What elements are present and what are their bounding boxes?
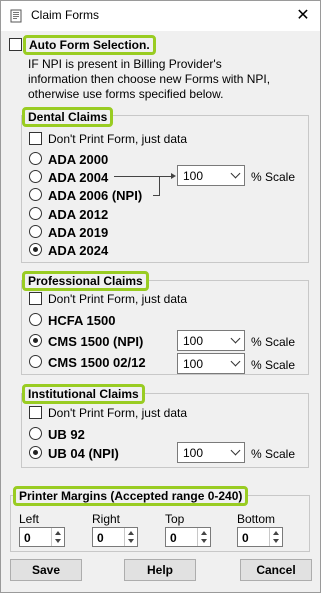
professional-scale-value-1: 100 xyxy=(183,334,204,348)
professional-scale-select-2[interactable]: 100 xyxy=(177,353,245,374)
arrow-down-icon[interactable] xyxy=(273,539,279,543)
radio-ada-2000[interactable] xyxy=(29,152,42,165)
margin-left-stepper[interactable]: 0 xyxy=(19,527,65,547)
bracket-line-vertical xyxy=(159,176,160,195)
label-hcfa-1500[interactable]: HCFA 1500 xyxy=(48,313,115,328)
close-icon[interactable]: ✕ xyxy=(286,1,320,31)
cancel-button[interactable]: Cancel xyxy=(240,559,312,581)
institutional-scale-label: % Scale xyxy=(251,447,296,461)
label-cms-1500-0212[interactable]: CMS 1500 02/12 xyxy=(48,355,146,370)
save-button[interactable]: Save xyxy=(10,559,82,581)
radio-ada-2024[interactable] xyxy=(29,243,42,256)
radio-ada-2006[interactable] xyxy=(29,188,42,201)
margin-bottom-stepper[interactable]: 0 xyxy=(237,527,283,547)
auto-form-description-line-1: IF NPI is present in Billing Provider's xyxy=(28,57,222,71)
margin-right-value: 0 xyxy=(97,531,104,545)
chevron-down-icon xyxy=(230,333,241,344)
label-cms-1500-npi[interactable]: CMS 1500 (NPI) xyxy=(48,334,143,349)
dental-claims-title: Dental Claims xyxy=(22,107,114,127)
professional-dont-print-label[interactable]: Don't Print Form, just data xyxy=(48,292,187,306)
radio-cms-1500-npi[interactable] xyxy=(29,334,42,347)
institutional-scale-value: 100 xyxy=(183,446,204,460)
margin-top-value: 0 xyxy=(170,531,177,545)
institutional-claims-title: Institutional Claims xyxy=(22,384,145,404)
radio-hcfa-1500[interactable] xyxy=(29,313,42,326)
margin-left-spin-buttons[interactable] xyxy=(51,528,64,546)
dental-dont-print-label[interactable]: Don't Print Form, just data xyxy=(48,132,187,146)
institutional-dont-print-label[interactable]: Don't Print Form, just data xyxy=(48,406,187,420)
dental-scale-select[interactable]: 100 xyxy=(177,165,245,186)
arrow-up-icon[interactable] xyxy=(201,531,207,535)
dental-dont-print-checkbox[interactable] xyxy=(29,132,42,145)
auto-form-checkbox[interactable] xyxy=(9,38,22,51)
dental-scale-label: % Scale xyxy=(251,170,296,184)
margin-top-spin-buttons[interactable] xyxy=(197,528,210,546)
radio-ada-2004[interactable] xyxy=(29,170,42,183)
auto-form-label[interactable]: Auto Form Selection. xyxy=(23,35,156,55)
auto-form-description-line-2: information then choose new Forms with N… xyxy=(28,72,271,86)
institutional-scale-select[interactable]: 100 xyxy=(177,442,245,463)
label-ada-2000[interactable]: ADA 2000 xyxy=(48,152,108,167)
professional-scale-select-1[interactable]: 100 xyxy=(177,330,245,351)
radio-ub-04-npi[interactable] xyxy=(29,446,42,459)
margin-left-label: Left xyxy=(19,512,40,526)
radio-cms-1500-0212[interactable] xyxy=(29,355,42,368)
label-ada-2024[interactable]: ADA 2024 xyxy=(48,243,108,258)
margin-right-label: Right xyxy=(92,512,121,526)
radio-ada-2012[interactable] xyxy=(29,207,42,220)
dental-scale-value: 100 xyxy=(183,169,204,183)
label-ada-2004[interactable]: ADA 2004 xyxy=(48,170,108,185)
margin-bottom-spin-buttons[interactable] xyxy=(269,528,282,546)
bracket-arrow-icon xyxy=(171,173,176,179)
institutional-dont-print-checkbox[interactable] xyxy=(29,406,42,419)
radio-ada-2019[interactable] xyxy=(29,225,42,238)
printer-margins-title: Printer Margins (Accepted range 0-240) xyxy=(13,486,249,506)
label-ub-92[interactable]: UB 92 xyxy=(48,427,85,442)
bracket-line-bottom xyxy=(153,195,160,196)
arrow-up-icon[interactable] xyxy=(128,531,134,535)
window-title: Claim Forms xyxy=(31,8,99,22)
title-bar: Claim Forms ✕ xyxy=(1,1,320,31)
label-ada-2012[interactable]: ADA 2012 xyxy=(48,207,108,222)
label-ada-2006[interactable]: ADA 2006 (NPI) xyxy=(48,188,142,203)
arrow-up-icon[interactable] xyxy=(55,531,61,535)
margin-top-stepper[interactable]: 0 xyxy=(165,527,211,547)
label-ada-2019[interactable]: ADA 2019 xyxy=(48,225,108,240)
margin-left-value: 0 xyxy=(24,531,31,545)
label-ub-04-npi[interactable]: UB 04 (NPI) xyxy=(48,446,119,461)
arrow-up-icon[interactable] xyxy=(273,531,279,535)
arrow-down-icon[interactable] xyxy=(201,539,207,543)
auto-form-description-line-3: otherwise use forms specified below. xyxy=(28,87,224,101)
professional-scale-value-2: 100 xyxy=(183,357,204,371)
professional-scale-label-1: % Scale xyxy=(251,335,296,349)
help-button[interactable]: Help xyxy=(124,559,196,581)
margin-top-label: Top xyxy=(165,512,185,526)
chevron-down-icon xyxy=(230,168,241,179)
professional-scale-label-2: % Scale xyxy=(251,358,296,372)
margin-right-stepper[interactable]: 0 xyxy=(92,527,138,547)
margin-bottom-label: Bottom xyxy=(237,512,276,526)
radio-ub-92[interactable] xyxy=(29,427,42,440)
chevron-down-icon xyxy=(230,356,241,367)
arrow-down-icon[interactable] xyxy=(55,539,61,543)
claim-forms-window: Claim Forms ✕ Auto Form Selection. IF NP… xyxy=(0,0,321,593)
arrow-down-icon[interactable] xyxy=(128,539,134,543)
chevron-down-icon xyxy=(230,445,241,456)
professional-claims-title: Professional Claims xyxy=(22,271,149,291)
form-icon xyxy=(10,9,22,23)
professional-dont-print-checkbox[interactable] xyxy=(29,292,42,305)
bracket-line-top xyxy=(114,176,160,177)
margin-bottom-value: 0 xyxy=(242,531,249,545)
margin-right-spin-buttons[interactable] xyxy=(124,528,137,546)
